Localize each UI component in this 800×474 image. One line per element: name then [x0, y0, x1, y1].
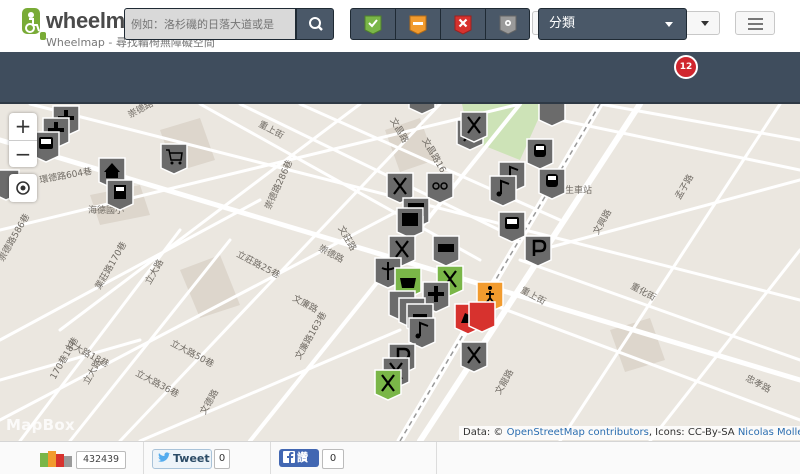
facebook-like-button[interactable]: 讚: [279, 449, 319, 467]
author-link[interactable]: Nicolas Mollet: [738, 427, 800, 438]
poi-atm-marker: [106, 179, 134, 211]
mapbox-logo[interactable]: MapBox: [6, 416, 75, 434]
x-icon: [454, 15, 472, 35]
footer: 432439 Tweet 0 讚 0: [0, 441, 800, 474]
search-input[interactable]: [124, 8, 296, 40]
category-label: 分類: [549, 16, 576, 31]
search-icon: [309, 17, 323, 31]
poi-train-marker: [526, 138, 554, 170]
poi-music-marker: [489, 175, 517, 207]
poi-restaurant-marker: [460, 341, 488, 373]
hamburger-icon: [748, 18, 763, 20]
poi-sofa-marker: [432, 235, 460, 267]
filter-wheelchair-unknown[interactable]: [486, 9, 529, 39]
chevron-down-icon: [665, 22, 673, 27]
twitter-icon: [158, 452, 171, 462]
filter-wheelchair-yes[interactable]: [351, 9, 396, 39]
tweet-count: 0: [214, 449, 230, 469]
attribution-icons: , Icons: CC-By-SA: [648, 427, 735, 438]
filter-wheelchair-limited[interactable]: [396, 9, 441, 39]
locate-icon: [16, 181, 30, 195]
poi-restaurant-marker: [374, 369, 402, 401]
poi-optician-marker: [426, 172, 454, 204]
map-tiles: 崇德路 環德路604巷 海德國小 崇德路286巷 重上街 文昌路 文昌路164巷…: [0, 104, 800, 441]
map-attribution: Data: © OpenStreetMap contributors, Icon…: [459, 426, 800, 440]
zoom-in-button[interactable]: +: [9, 113, 37, 141]
poi-parking-marker: [524, 235, 552, 267]
minus-icon: [409, 15, 427, 35]
dot-icon: [499, 15, 517, 35]
check-icon: [364, 15, 382, 35]
osm-link[interactable]: OpenStreetMap contributors: [507, 427, 649, 438]
search-button[interactable]: [296, 8, 334, 40]
poi-train-marker: [538, 168, 566, 200]
facebook-icon: [283, 451, 295, 463]
category-select[interactable]: 分類: [538, 8, 687, 40]
zoom-control: + −: [9, 113, 37, 167]
filter-wheelchair-no[interactable]: [441, 9, 486, 39]
category-count-badge: 12: [674, 55, 698, 79]
menu-button[interactable]: [735, 11, 775, 35]
street-label: 生車站: [565, 184, 592, 196]
locate-button[interactable]: [9, 174, 37, 202]
poi-shopping-cart-marker: [160, 143, 188, 175]
facebook-like-label: 讚: [297, 451, 308, 464]
wheelmap-logo-icon[interactable]: [18, 6, 48, 42]
poi-restaurant-marker: [460, 111, 488, 143]
accessibility-status-icon: [40, 451, 72, 467]
poi-elevator-marker: [396, 207, 424, 239]
places-counter: 432439: [76, 451, 126, 469]
attribution-prefix: Data: ©: [463, 427, 504, 438]
tweet-button[interactable]: Tweet: [152, 449, 212, 469]
poi-bus-marker: [498, 211, 526, 243]
chevron-down-icon: [701, 21, 709, 26]
zoom-out-button[interactable]: −: [9, 141, 37, 168]
map[interactable]: 崇德路 環德路604巷 海德國小 崇德路286巷 重上街 文昌路 文昌路164巷…: [0, 104, 800, 441]
facebook-like-count: 0: [322, 449, 344, 469]
tweet-label: Tweet: [173, 452, 210, 465]
wheelchair-filter-group: [350, 8, 530, 40]
poi-marker: [468, 301, 496, 333]
